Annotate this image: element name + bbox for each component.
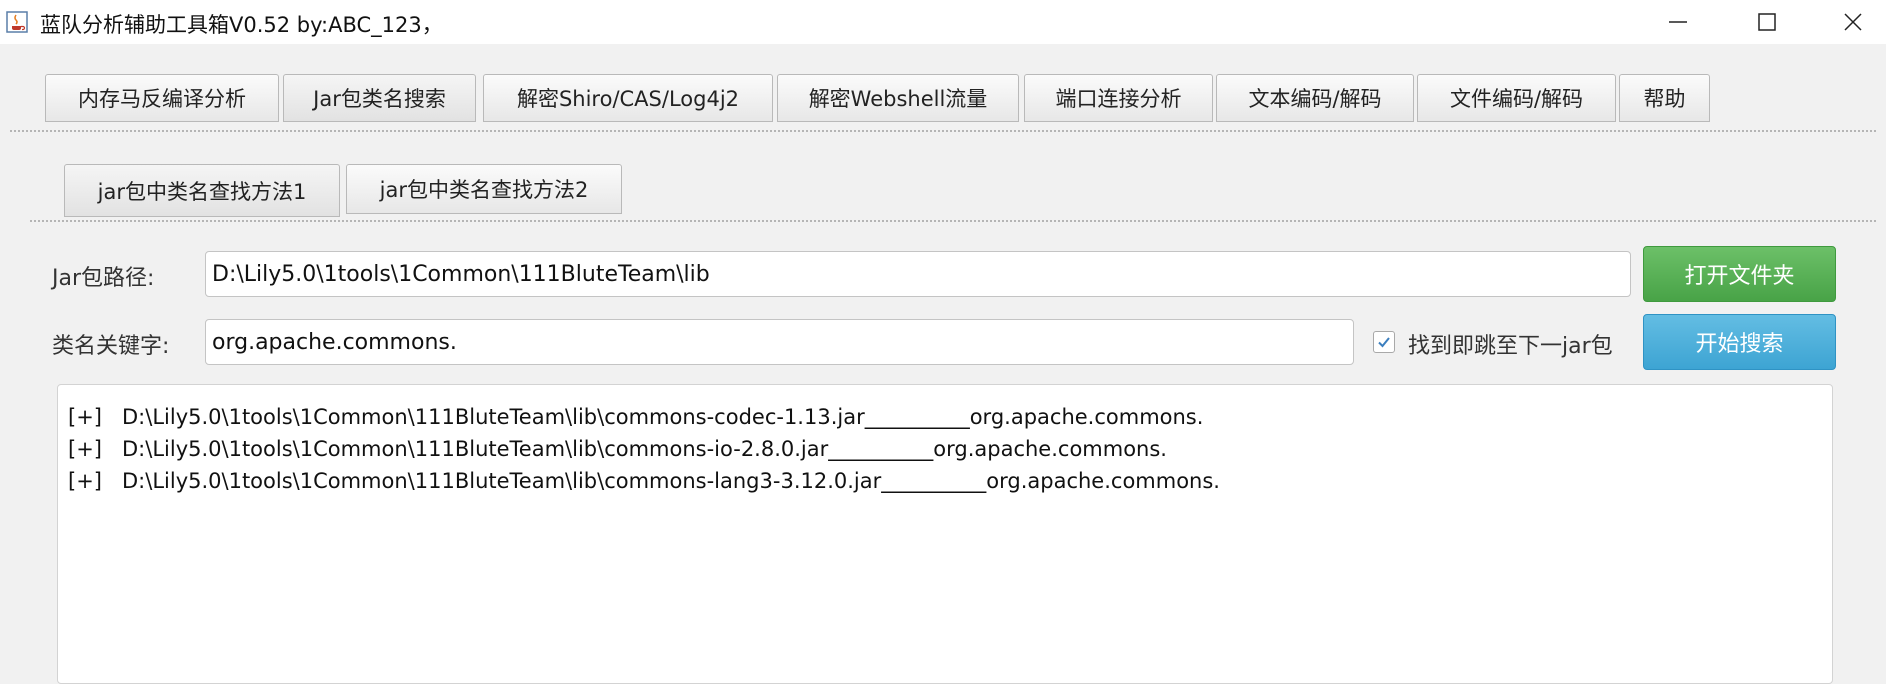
subtab-separator [30,220,1876,222]
subtab-label: jar包中类名查找方法1 [97,179,307,204]
tab-label: 解密Webshell流量 [808,87,988,111]
window-title: 蓝队分析辅助工具箱V0.52 by:ABC_123， [40,13,443,37]
close-button[interactable] [1823,0,1883,44]
result-path: D:\Lily5.0\1tools\1Common\111BluteTeam\l… [122,405,1204,429]
tab-file-encode[interactable]: 文件编码/解码 [1417,74,1616,122]
result-line: [+] D:\Lily5.0\1tools\1Common\111BluteTea… [68,469,1220,493]
result-prefix: [+] [68,437,102,461]
maximize-button[interactable] [1737,0,1797,44]
tab-memshell-decompile[interactable]: 内存马反编译分析 [45,74,279,122]
subtab-method-1[interactable]: jar包中类名查找方法1 [64,164,340,217]
minimize-icon [1669,21,1687,23]
tab-separator [10,130,1876,132]
keyword-label: 类名关键字: [52,334,170,359]
tab-decrypt-shiro[interactable]: 解密Shiro/CAS/Log4j2 [483,74,773,122]
jump-next-jar-label: 找到即跳至下一jar包 [1408,334,1613,359]
keyword-input[interactable]: org.apache.commons. [205,319,1354,365]
tab-label: 解密Shiro/CAS/Log4j2 [516,87,740,111]
title-bar: 蓝队分析辅助工具箱V0.52 by:ABC_123， [0,0,1886,44]
tab-jar-class-search[interactable]: Jar包类名搜索 [283,74,476,122]
result-line: [+] D:\Lily5.0\1tools\1Common\111BluteTea… [68,405,1203,429]
start-search-button[interactable]: 开始搜索 [1643,314,1836,370]
result-path: D:\Lily5.0\1tools\1Common\111BluteTeam\l… [122,437,1167,461]
maximize-icon [1758,13,1776,31]
tab-label: 端口连接分析 [1055,87,1182,111]
subtab-method-2[interactable]: jar包中类名查找方法2 [346,164,622,214]
result-prefix: [+] [68,405,102,429]
open-folder-button[interactable]: 打开文件夹 [1643,246,1836,302]
tab-label: Jar包类名搜索 [313,87,446,111]
result-prefix: [+] [68,469,102,493]
tab-text-encode[interactable]: 文本编码/解码 [1216,74,1414,122]
tab-decrypt-webshell[interactable]: 解密Webshell流量 [777,74,1019,122]
checkmark-icon [1378,337,1390,348]
result-line: [+] D:\Lily5.0\1tools\1Common\111BluteTea… [68,437,1167,461]
tab-label: 内存马反编译分析 [78,87,246,111]
results-textarea[interactable]: [+] D:\Lily5.0\1tools\1Common\111BluteTea… [57,384,1833,684]
close-icon [1844,13,1862,31]
jar-path-label: Jar包路径: [52,266,155,291]
tab-port-analysis[interactable]: 端口连接分析 [1024,74,1213,122]
java-icon [6,11,28,33]
minimize-button[interactable] [1648,0,1708,44]
jar-path-input[interactable]: D:\Lily5.0\1tools\1Common\111BluteTeam\l… [205,251,1631,297]
tab-help[interactable]: 帮助 [1619,74,1710,122]
tab-label: 帮助 [1643,87,1686,111]
tab-label: 文件编码/解码 [1449,87,1584,111]
result-path: D:\Lily5.0\1tools\1Common\111BluteTeam\l… [122,469,1220,493]
subtab-label: jar包中类名查找方法2 [379,178,589,202]
tab-label: 文本编码/解码 [1248,87,1382,111]
jump-next-jar-checkbox[interactable] [1373,331,1395,353]
